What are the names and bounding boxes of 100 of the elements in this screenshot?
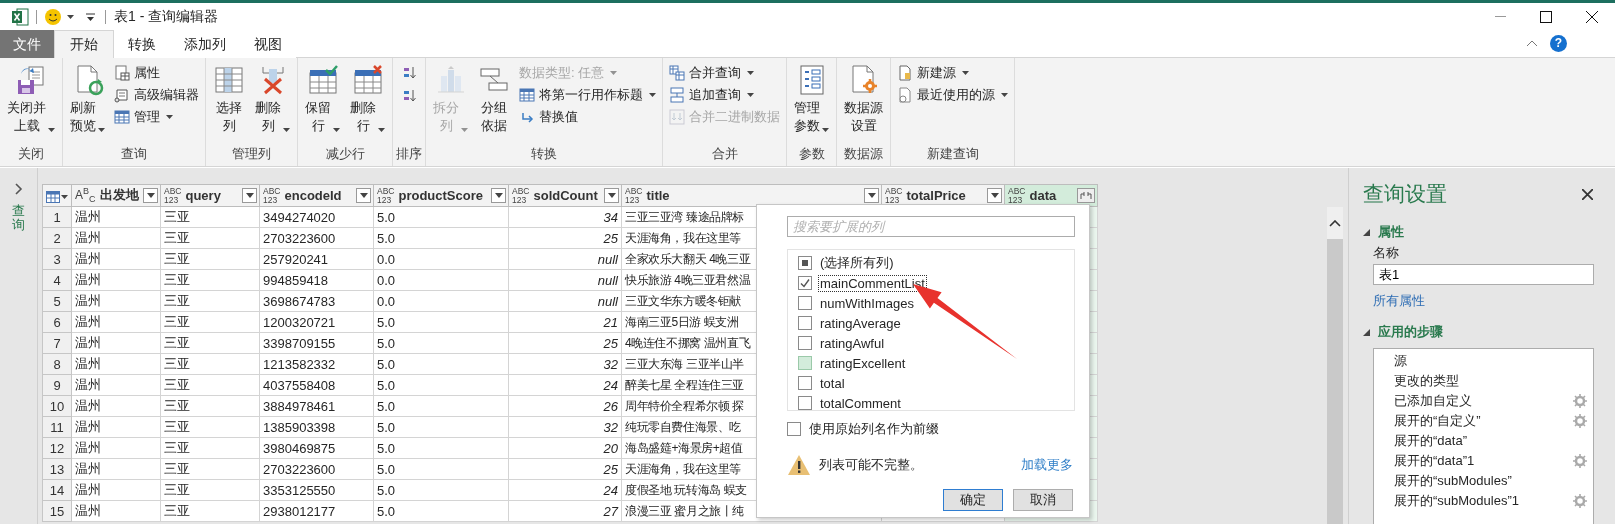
step-item[interactable]: 展开的“data”1 xyxy=(1394,452,1573,470)
table-cell: 3884978461 xyxy=(259,395,374,417)
refresh-preview-button[interactable]: 刷新预览 xyxy=(66,62,109,138)
all-properties-link[interactable]: 所有属性 xyxy=(1373,292,1425,310)
merge-queries-button[interactable]: 合并查询 xyxy=(666,62,783,83)
table-cell: 温州 xyxy=(71,416,161,438)
any-type-indicator[interactable]: ABC 123 xyxy=(512,187,530,204)
keep-rows-button[interactable]: 保留行 xyxy=(301,62,344,138)
table-menu-button[interactable] xyxy=(42,184,72,207)
step-item[interactable]: 源 xyxy=(1394,352,1587,370)
any-type-indicator[interactable]: ABC 123 xyxy=(164,187,182,204)
any-type-indicator[interactable]: ABC 123 xyxy=(1008,187,1026,204)
group-by-button[interactable]: 分组依据 xyxy=(474,62,514,138)
properties-button[interactable]: 属性 xyxy=(111,62,202,83)
floppy-disk-icon xyxy=(15,64,47,96)
step-item[interactable]: 展开的“subModules” xyxy=(1394,472,1587,490)
append-queries-button[interactable]: 追加查询 xyxy=(666,84,783,105)
step-item[interactable]: 展开的“subModules”1 xyxy=(1394,492,1573,510)
table-cell: 5.0 xyxy=(373,332,509,354)
dropdown-arrow-icon xyxy=(359,193,368,198)
dropdown-arrow-icon xyxy=(867,193,876,198)
close-icon xyxy=(1586,10,1598,23)
ribbon-tab[interactable]: 开始 xyxy=(54,30,114,58)
queries-pane-label[interactable]: 查询 xyxy=(12,204,25,233)
collapse-toggle[interactable] xyxy=(1363,228,1370,236)
manage-button[interactable]: 管理 xyxy=(111,106,202,127)
table-icon xyxy=(519,86,535,103)
table-cell: 5.0 xyxy=(373,311,509,333)
advanced-editor-button[interactable]: 高级编辑器 xyxy=(111,84,202,105)
row-number: 4 xyxy=(42,269,72,291)
choose-columns-button[interactable]: 选择列 xyxy=(209,62,249,138)
column-name: encodeId xyxy=(284,188,343,203)
checkbox[interactable] xyxy=(798,356,812,370)
filter-button[interactable] xyxy=(987,188,1002,203)
group-label: 新建查询 xyxy=(925,146,980,163)
group-label: 减少行 xyxy=(324,146,366,163)
scroll-up-button[interactable] xyxy=(1327,207,1343,239)
properties-icon xyxy=(114,64,130,81)
vertical-scrollbar[interactable] xyxy=(1327,207,1343,524)
triangle-down-icon xyxy=(1363,328,1370,336)
search-field[interactable]: 搜索要扩展的列 xyxy=(787,216,1075,237)
use-first-row-button[interactable]: 将第一行用作标题 xyxy=(516,84,659,105)
table-cell: 5.0 xyxy=(373,458,509,480)
column-name: title xyxy=(646,188,671,203)
checkbox[interactable] xyxy=(798,396,812,410)
column-header[interactable]: A$^{B}$ $_{C}$ 出发地 xyxy=(71,184,161,207)
table-cell: 温州 xyxy=(71,437,161,459)
step-item[interactable]: 展开的“自定义” xyxy=(1394,412,1573,430)
table-cell: 2938012177 xyxy=(259,500,374,522)
filter-button[interactable] xyxy=(604,188,619,203)
table-cell: 三亚 xyxy=(160,374,260,396)
merge-tables-icon xyxy=(669,64,685,81)
help-button[interactable]: ? xyxy=(1550,35,1567,52)
data-source-settings-button[interactable]: 数据源设置 xyxy=(840,62,887,138)
checkbox-label[interactable]: total xyxy=(818,374,847,392)
expand-button[interactable] xyxy=(1077,188,1095,203)
window-title: 表1 - 查询编辑器 xyxy=(114,7,219,26)
new-source-button[interactable]: 新建源 xyxy=(894,62,1011,83)
grid-cross-icon xyxy=(351,64,384,96)
table-cell: 1200320721 xyxy=(259,311,374,333)
any-type-indicator[interactable]: ABC 123 xyxy=(885,187,903,204)
file-tab[interactable]: 文件 xyxy=(0,30,54,58)
document-icon xyxy=(897,64,913,81)
filter-button[interactable] xyxy=(864,188,879,203)
name-field[interactable]: 表1 xyxy=(1373,264,1594,285)
table-cell: 5.0 xyxy=(373,395,509,417)
table-cell: 25 xyxy=(508,227,622,249)
filter-button[interactable] xyxy=(491,188,506,203)
close-load-button[interactable]: 关闭并上载 xyxy=(3,62,59,138)
ok-button[interactable]: 确定 xyxy=(943,489,1003,511)
any-type-indicator[interactable]: ABC 123 xyxy=(625,187,643,204)
remove-columns-button[interactable]: 删除列 xyxy=(251,62,294,138)
manage-parameters-button[interactable]: 管理参数 xyxy=(790,62,833,138)
checkbox[interactable] xyxy=(798,316,812,330)
table-cell: 温州 xyxy=(71,479,161,501)
step-item[interactable]: 展开的“data” xyxy=(1394,432,1587,450)
checkbox[interactable] xyxy=(787,422,801,436)
close-button[interactable] xyxy=(1582,188,1593,200)
checkbox[interactable] xyxy=(798,376,812,390)
recent-sources-button[interactable]: 最近使用的源 xyxy=(894,84,1011,105)
any-type-indicator[interactable]: ABC 123 xyxy=(377,187,395,204)
table-cell: 5.0 xyxy=(373,353,509,375)
row-number: 8 xyxy=(42,353,72,375)
step-item[interactable]: 更改的类型 xyxy=(1394,372,1587,390)
step-item[interactable]: 已添加自定义 xyxy=(1394,392,1573,410)
checkbox[interactable] xyxy=(798,336,812,350)
checkbox[interactable] xyxy=(798,296,812,310)
table-cell: null xyxy=(508,248,622,270)
filter-button[interactable] xyxy=(242,188,257,203)
collapse-toggle[interactable] xyxy=(1363,328,1370,336)
any-type-indicator[interactable]: ABC 123 xyxy=(263,187,281,204)
checkbox[interactable] xyxy=(798,256,812,270)
filter-button[interactable] xyxy=(356,188,371,203)
table-cell: 4037558408 xyxy=(259,374,374,396)
filter-button[interactable] xyxy=(143,188,158,203)
replace-values-button[interactable]: 替换值 xyxy=(516,106,659,127)
remove-rows-button[interactable]: 删除行 xyxy=(346,62,389,138)
cancel-button[interactable]: 取消 xyxy=(1013,489,1073,511)
table-cell: 257920241 xyxy=(259,248,374,270)
table-cell: 三亚 xyxy=(160,227,260,249)
